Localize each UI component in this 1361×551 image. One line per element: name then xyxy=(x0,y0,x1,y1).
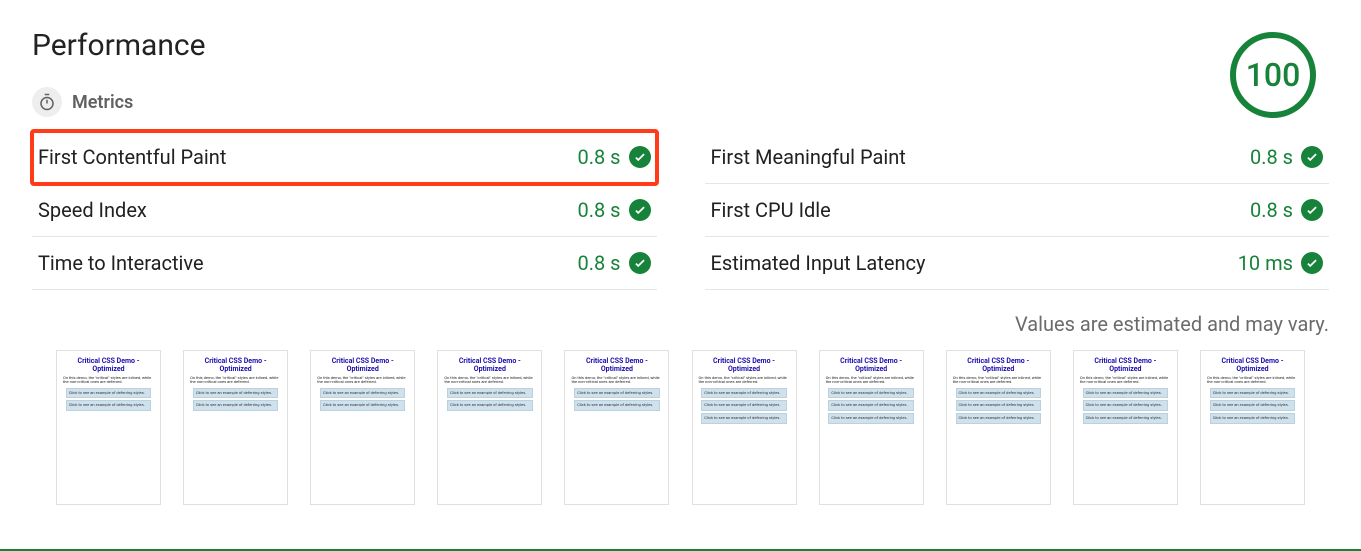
frame-row: Click to see an example of deferring sty… xyxy=(828,413,914,424)
frame-row: Click to see an example of deferring sty… xyxy=(956,388,1042,399)
frame-row: Click to see an example of deferring sty… xyxy=(701,413,787,424)
filmstrip: Critical CSS Demo - Optimized On this de… xyxy=(32,350,1329,505)
metric-value: 10 ms xyxy=(1238,251,1293,275)
metric-value: 0.8 s xyxy=(1250,198,1293,222)
metric-estimated-input-latency[interactable]: Estimated Input Latency 10 ms xyxy=(705,237,1330,290)
check-circle-icon xyxy=(629,199,651,221)
frame-title: Critical CSS Demo - Optimized xyxy=(569,357,664,374)
metric-value: 0.8 s xyxy=(1250,145,1293,169)
metric-first-meaningful-paint[interactable]: First Meaningful Paint 0.8 s xyxy=(705,131,1330,184)
metric-value: 0.8 s xyxy=(577,145,620,169)
frame-row: Click to see an example of deferring sty… xyxy=(1083,413,1169,424)
metric-name: First Contentful Paint xyxy=(38,145,226,169)
frame-row: Click to see an example of deferring sty… xyxy=(828,388,914,399)
filmstrip-frame[interactable]: Critical CSS Demo - Optimized On this de… xyxy=(1073,350,1178,505)
filmstrip-frame[interactable]: Critical CSS Demo - Optimized On this de… xyxy=(56,350,161,505)
metric-first-contentful-paint[interactable]: First Contentful Paint 0.8 s xyxy=(32,131,657,184)
metric-value: 0.8 s xyxy=(577,251,620,275)
frame-row: Click to see an example of deferring sty… xyxy=(1210,400,1296,411)
performance-score-value: 100 xyxy=(1246,56,1301,94)
check-circle-icon xyxy=(1301,199,1323,221)
check-circle-icon xyxy=(629,252,651,274)
metrics-footnote: Values are estimated and may vary. xyxy=(32,312,1329,336)
performance-panel: Performance 100 Metrics First Contentful… xyxy=(0,0,1361,551)
frame-row: Click to see an example of deferring sty… xyxy=(956,400,1042,411)
frame-row: Click to see an example of deferring sty… xyxy=(193,400,279,411)
frame-row: Click to see an example of deferring sty… xyxy=(574,400,660,411)
frame-row: Click to see an example of deferring sty… xyxy=(701,388,787,399)
frame-row: Click to see an example of deferring sty… xyxy=(320,400,406,411)
frame-title: Critical CSS Demo - Optimized xyxy=(188,357,283,374)
filmstrip-frame[interactable]: Critical CSS Demo - Optimized On this de… xyxy=(819,350,924,505)
frame-text: On this demo, the "critical" styles are … xyxy=(1205,376,1300,385)
frame-text: On this demo, the "critical" styles are … xyxy=(569,376,664,385)
metric-time-to-interactive[interactable]: Time to Interactive 0.8 s xyxy=(32,237,657,290)
page-title: Performance xyxy=(32,28,1329,63)
frame-row: Click to see an example of deferring sty… xyxy=(1083,388,1169,399)
frame-row: Click to see an example of deferring sty… xyxy=(193,388,279,399)
frame-text: On this demo, the "critical" styles are … xyxy=(824,376,919,385)
frame-text: On this demo, the "critical" styles are … xyxy=(951,376,1046,385)
frame-text: On this demo, the "critical" styles are … xyxy=(442,376,537,385)
frame-title: Critical CSS Demo - Optimized xyxy=(1078,357,1173,374)
frame-text: On this demo, the "critical" styles are … xyxy=(1078,376,1173,385)
frame-row: Click to see an example of deferring sty… xyxy=(828,400,914,411)
metric-name: Time to Interactive xyxy=(38,251,204,275)
frame-row: Click to see an example of deferring sty… xyxy=(1210,413,1296,424)
frame-row: Click to see an example of deferring sty… xyxy=(447,388,533,399)
check-circle-icon xyxy=(1301,252,1323,274)
performance-score-badge: 100 xyxy=(1230,32,1316,118)
metric-value: 0.8 s xyxy=(577,198,620,222)
filmstrip-frame[interactable]: Critical CSS Demo - Optimized On this de… xyxy=(692,350,797,505)
frame-row: Click to see an example of deferring sty… xyxy=(320,388,406,399)
filmstrip-frame[interactable]: Critical CSS Demo - Optimized On this de… xyxy=(437,350,542,505)
check-circle-icon xyxy=(1301,146,1323,168)
frame-row: Click to see an example of deferring sty… xyxy=(574,388,660,399)
metrics-section-header[interactable]: Metrics xyxy=(32,87,1329,117)
filmstrip-frame[interactable]: Critical CSS Demo - Optimized On this de… xyxy=(1200,350,1305,505)
metric-name: Estimated Input Latency xyxy=(711,251,926,275)
frame-text: On this demo, the "critical" styles are … xyxy=(315,376,410,385)
check-circle-icon xyxy=(629,146,651,168)
frame-row: Click to see an example of deferring sty… xyxy=(956,413,1042,424)
frame-title: Critical CSS Demo - Optimized xyxy=(824,357,919,374)
frame-row: Click to see an example of deferring sty… xyxy=(701,400,787,411)
frame-text: On this demo, the "critical" styles are … xyxy=(697,376,792,385)
frame-row: Click to see an example of deferring sty… xyxy=(1083,400,1169,411)
frame-row: Click to see an example of deferring sty… xyxy=(1210,388,1296,399)
frame-title: Critical CSS Demo - Optimized xyxy=(1205,357,1300,374)
filmstrip-frame[interactable]: Critical CSS Demo - Optimized On this de… xyxy=(183,350,288,505)
frame-title: Critical CSS Demo - Optimized xyxy=(697,357,792,374)
filmstrip-frame[interactable]: Critical CSS Demo - Optimized On this de… xyxy=(946,350,1051,505)
stopwatch-icon xyxy=(32,87,62,117)
metric-name: Speed Index xyxy=(38,198,147,222)
filmstrip-frame[interactable]: Critical CSS Demo - Optimized On this de… xyxy=(310,350,415,505)
metric-first-cpu-idle[interactable]: First CPU Idle 0.8 s xyxy=(705,184,1330,237)
metric-speed-index[interactable]: Speed Index 0.8 s xyxy=(32,184,657,237)
frame-title: Critical CSS Demo - Optimized xyxy=(61,357,156,374)
frame-title: Critical CSS Demo - Optimized xyxy=(951,357,1046,374)
metric-name: First Meaningful Paint xyxy=(711,145,906,169)
frame-title: Critical CSS Demo - Optimized xyxy=(442,357,537,374)
frame-row: Click to see an example of deferring sty… xyxy=(447,400,533,411)
metrics-grid: First Contentful Paint 0.8 s First Meani… xyxy=(32,131,1329,290)
frame-text: On this demo, the "critical" styles are … xyxy=(188,376,283,385)
frame-row: Click to see an example of deferring sty… xyxy=(66,388,152,399)
frame-title: Critical CSS Demo - Optimized xyxy=(315,357,410,374)
metrics-section-label: Metrics xyxy=(72,92,133,113)
metric-name: First CPU Idle xyxy=(711,198,831,222)
filmstrip-frame[interactable]: Critical CSS Demo - Optimized On this de… xyxy=(564,350,669,505)
frame-text: On this demo, the "critical" styles are … xyxy=(61,376,156,385)
frame-row: Click to see an example of deferring sty… xyxy=(66,400,152,411)
